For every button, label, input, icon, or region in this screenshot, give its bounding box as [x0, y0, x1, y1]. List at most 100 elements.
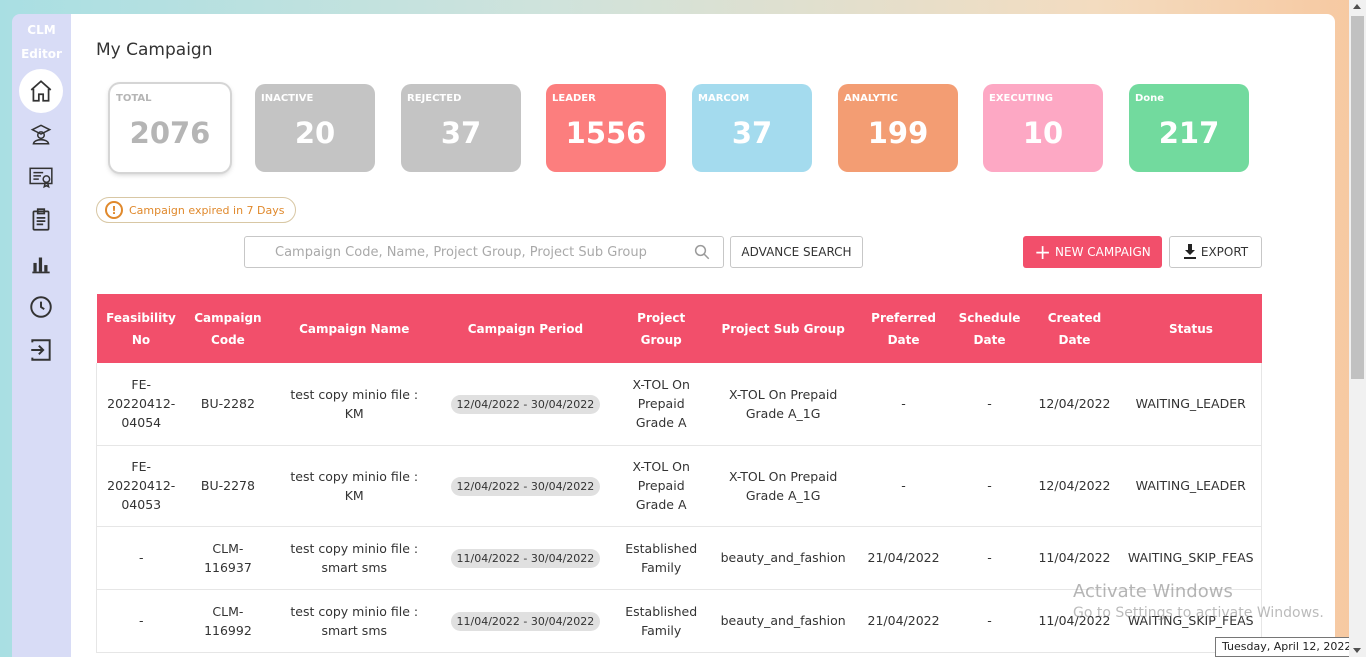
- cell-feasibility-no: FE- 20220412- 04053: [96, 445, 186, 527]
- stat-label: ANALYTIC: [844, 93, 898, 104]
- stat-label: TOTAL: [116, 93, 152, 104]
- stat-card-analytic[interactable]: ANALYTIC 199: [838, 84, 958, 172]
- cell-project-sub-group: beauty_and_fashion: [709, 526, 857, 590]
- home-icon: [30, 80, 52, 102]
- stat-value: 1556: [565, 116, 647, 150]
- nav-clipboard[interactable]: [19, 198, 63, 242]
- col-project-group[interactable]: Project Group: [613, 294, 710, 363]
- scroll-up-arrow-icon[interactable]: [1353, 4, 1361, 9]
- bar-chart-icon: [32, 257, 50, 274]
- cell-project-group: X-TOL On Prepaid Grade A: [612, 445, 710, 527]
- stat-card-rejected[interactable]: REJECTED 37: [401, 84, 521, 172]
- nav-learning[interactable]: [19, 112, 63, 156]
- stat-card-marcom[interactable]: MARCOM 37: [692, 84, 812, 172]
- cell-project-group: Established Family: [612, 589, 710, 653]
- stat-card-leader[interactable]: LEADER 1556: [546, 84, 666, 172]
- cell-created-date: 12/04/2022: [1028, 363, 1121, 446]
- sidebar: CLM Editor: [12, 14, 71, 657]
- cell-campaign-code: CLM- 116937: [185, 526, 271, 590]
- cell-created-date: 12/04/2022: [1028, 445, 1121, 527]
- cell-schedule-date: -: [950, 363, 1029, 446]
- advance-search-button[interactable]: ADVANCE SEARCH: [730, 236, 863, 268]
- cell-campaign-period: 11/04/2022 - 30/04/2022: [438, 526, 613, 590]
- nav-certificate[interactable]: [19, 155, 63, 199]
- search-icon[interactable]: [693, 243, 711, 265]
- cell-campaign-name: test copy minio file : smart sms: [270, 526, 439, 590]
- main-content: My Campaign TOTAL 2076 INACTIVE 20 REJEC…: [71, 14, 1335, 657]
- cell-campaign-period: 11/04/2022 - 30/04/2022: [438, 589, 613, 653]
- warning-icon: !: [105, 201, 123, 219]
- nav-reports[interactable]: [19, 242, 63, 286]
- brand-line-2: Editor: [21, 47, 62, 61]
- table-row[interactable]: FE- 20220412- 04053 BU-2278 test copy mini…: [96, 445, 1262, 527]
- cell-schedule-date: -: [950, 526, 1029, 590]
- stat-value: 10: [1022, 116, 1064, 150]
- cell-schedule-date: -: [950, 589, 1029, 653]
- stat-value: 199: [867, 116, 929, 150]
- col-feasibility-no[interactable]: Feasibility No: [97, 294, 186, 363]
- page-title: My Campaign: [96, 40, 213, 60]
- cell-preferred-date: 21/04/2022: [856, 526, 951, 590]
- stat-value: 2076: [129, 116, 211, 150]
- stat-value: 37: [440, 116, 482, 150]
- date-tooltip: Tuesday, April 12, 2022: [1215, 637, 1359, 657]
- col-campaign-name[interactable]: Campaign Name: [270, 294, 438, 363]
- cell-campaign-name: test copy minio file : KM: [270, 363, 439, 446]
- stat-label: MARCOM: [698, 93, 750, 104]
- stat-label: REJECTED: [407, 93, 462, 104]
- clipboard-icon: [32, 208, 50, 231]
- col-campaign-code[interactable]: Campaign Code: [185, 294, 270, 363]
- campaign-expiry-notice: ! Campaign expired in 7 Days: [96, 197, 296, 223]
- scrollbar-thumb[interactable]: [1351, 16, 1364, 379]
- cell-feasibility-no: -: [96, 526, 186, 590]
- col-created-date[interactable]: Created Date: [1029, 294, 1121, 363]
- export-button[interactable]: EXPORT: [1169, 236, 1262, 268]
- clock-icon: [30, 296, 52, 318]
- cell-preferred-date: -: [856, 363, 951, 446]
- stat-value: 37: [731, 116, 773, 150]
- cell-project-sub-group: X-TOL On Prepaid Grade A_1G: [709, 363, 857, 446]
- col-campaign-period[interactable]: Campaign Period: [438, 294, 613, 363]
- cell-status: WAITING_LEADER: [1120, 445, 1262, 527]
- stat-value: 20: [294, 116, 336, 150]
- stat-label: EXECUTING: [989, 93, 1053, 104]
- cell-project-group: Established Family: [612, 526, 710, 590]
- cell-feasibility-no: FE- 20220412- 04054: [96, 363, 186, 446]
- cell-preferred-date: 21/04/2022: [856, 589, 951, 653]
- cell-campaign-code: CLM- 116992: [185, 589, 271, 653]
- cell-preferred-date: -: [856, 445, 951, 527]
- cell-campaign-period: 12/04/2022 - 30/04/2022: [438, 445, 613, 527]
- learning-icon: [30, 124, 52, 145]
- expiry-notice-text: Campaign expired in 7 Days: [129, 203, 285, 217]
- vertical-scrollbar[interactable]: [1349, 0, 1366, 657]
- scroll-down-arrow-icon[interactable]: [1353, 648, 1361, 653]
- new-campaign-label: NEW CAMPAIGN: [1055, 245, 1151, 259]
- stat-card-executing[interactable]: EXECUTING 10: [983, 84, 1103, 172]
- col-schedule-date[interactable]: Schedule Date: [951, 294, 1029, 363]
- stat-card-done[interactable]: Done 217: [1129, 84, 1249, 172]
- cell-campaign-name: test copy minio file : KM: [270, 445, 439, 527]
- stat-value: 217: [1158, 116, 1220, 150]
- cell-campaign-code: BU-2278: [185, 445, 271, 527]
- cell-project-sub-group: beauty_and_fashion: [709, 589, 857, 653]
- table-row[interactable]: - CLM- 116937 test copy minio file : smart…: [96, 526, 1262, 590]
- stat-card-total[interactable]: TOTAL 2076: [110, 84, 230, 172]
- stat-label: INACTIVE: [261, 93, 314, 104]
- col-status[interactable]: Status: [1120, 294, 1261, 363]
- nav-logout[interactable]: [19, 328, 63, 372]
- search-input[interactable]: [275, 244, 685, 260]
- cell-campaign-code: BU-2282: [185, 363, 271, 446]
- nav-history[interactable]: [19, 285, 63, 329]
- export-label: EXPORT: [1200, 245, 1249, 259]
- stat-card-inactive[interactable]: INACTIVE 20: [255, 84, 375, 172]
- col-project-sub-group[interactable]: Project Sub Group: [710, 294, 857, 363]
- table-row[interactable]: FE- 20220412- 04054 BU-2282 test copy mini…: [96, 363, 1262, 446]
- col-preferred-date[interactable]: Preferred Date: [857, 294, 951, 363]
- nav-home[interactable]: [19, 69, 63, 113]
- cell-feasibility-no: -: [96, 589, 186, 653]
- logout-icon: [31, 339, 51, 361]
- new-campaign-button[interactable]: + NEW CAMPAIGN: [1023, 236, 1162, 268]
- cell-campaign-name: test copy minio file : smart sms: [270, 589, 439, 653]
- cell-project-group: X-TOL On Prepaid Grade A: [612, 363, 710, 446]
- cell-status: WAITING_SKIP_FEAS: [1120, 526, 1262, 590]
